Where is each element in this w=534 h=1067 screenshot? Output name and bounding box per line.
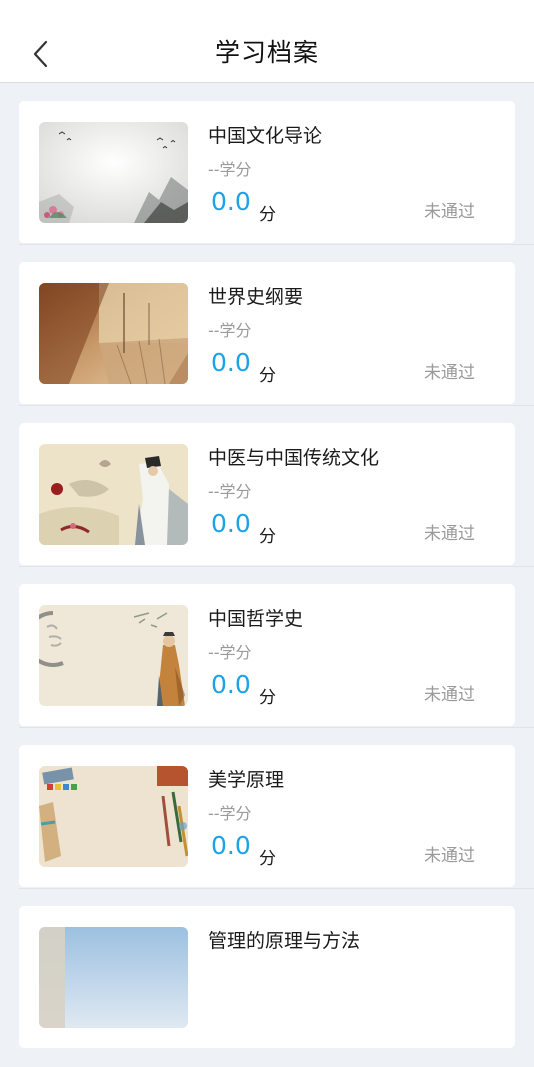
status-label: 未通过: [424, 524, 475, 544]
course-name: 中国文化导论: [208, 125, 323, 147]
course-card[interactable]: 世界史纲要 --学分 0.0 分 未通过: [19, 262, 534, 406]
sepia-collage-image: [39, 283, 188, 384]
divider: [19, 405, 534, 406]
confucius-painting-image: [39, 605, 188, 706]
course-card[interactable]: 管理的原理与方法: [19, 906, 515, 1048]
course-card[interactable]: 中医与中国传统文化 --学分 0.0 分 未通过: [19, 423, 534, 567]
course-score: 0.0: [211, 348, 251, 377]
divider: [19, 888, 534, 889]
course-name: 中医与中国传统文化: [208, 447, 380, 469]
sky-image: [39, 927, 188, 1028]
course-credit: --学分: [208, 643, 252, 662]
top-bar: 学习档案: [0, 0, 534, 83]
score-unit: 分: [259, 688, 276, 708]
course-card[interactable]: 美学原理 --学分 0.0 分 未通过: [19, 745, 534, 889]
divider: [19, 244, 534, 245]
status-label: 未通过: [424, 846, 475, 866]
divider: [19, 727, 534, 728]
course-credit: --学分: [208, 804, 252, 823]
course-credit: --学分: [208, 160, 252, 179]
score-unit: 分: [259, 849, 276, 869]
page-title: 学习档案: [214, 38, 319, 67]
course-name: 世界史纲要: [208, 286, 304, 308]
course-credit: --学分: [208, 482, 252, 501]
course-score: 0.0: [211, 187, 251, 216]
course-card[interactable]: 中国文化导论 --学分 0.0 分 未通过: [19, 101, 534, 245]
course-score: 0.0: [211, 509, 251, 538]
course-card[interactable]: 中国哲学史 --学分 0.0 分 未通过: [19, 584, 534, 728]
score-unit: 分: [259, 366, 276, 386]
art-supplies-image: [39, 766, 188, 867]
ink-landscape-image: [39, 122, 188, 223]
course-name: 管理的原理与方法: [208, 930, 361, 952]
course-name: 美学原理: [208, 769, 285, 791]
course-credit: --学分: [208, 321, 252, 340]
status-label: 未通过: [424, 363, 475, 383]
course-score: 0.0: [211, 831, 251, 860]
course-score: 0.0: [211, 670, 251, 699]
status-label: 未通过: [424, 202, 475, 222]
score-unit: 分: [259, 205, 276, 225]
divider: [19, 566, 534, 567]
course-name: 中国哲学史: [208, 608, 304, 630]
score-unit: 分: [259, 527, 276, 547]
status-label: 未通过: [424, 685, 475, 705]
scholar-painting-image: [39, 444, 188, 545]
course-list: 中国文化导论 --学分 0.0 分 未通过 世界史纲要 --学分 0.0 分 未…: [19, 101, 534, 1067]
